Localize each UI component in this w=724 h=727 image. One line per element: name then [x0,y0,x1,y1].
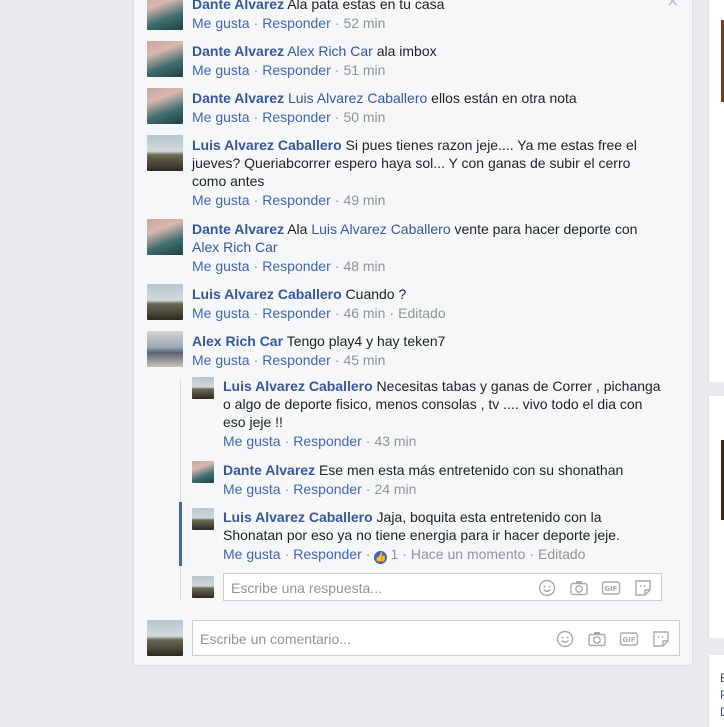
reply: Luis Alvarez Caballero Necesitas tabas y… [223,378,661,449]
avatar[interactable] [147,88,183,124]
comment-mention[interactable]: Alex Rich Car [192,239,278,255]
comment: Dante Alvarez Ala pata estas en tu casa … [192,0,662,32]
comment-text: Cuando ? [345,286,407,302]
reply-link[interactable]: Responder [293,481,362,497]
gif-icon[interactable]: GIF [601,579,621,597]
avatar[interactable] [147,331,183,367]
avatar[interactable] [147,135,183,171]
comment-time[interactable]: 50 min [343,109,385,125]
like-link[interactable]: Me gusta [223,433,281,449]
camera-icon[interactable] [569,579,589,597]
comment-mention[interactable]: Alex Rich Car [287,43,373,59]
reply-link[interactable]: Responder [262,15,331,31]
reply-thread-line [180,378,181,600]
reply: Luis Alvarez Caballero Jaja, boquita est… [223,509,620,564]
comment-time[interactable]: 51 min [343,62,385,78]
comment-time[interactable]: 45 min [343,352,385,368]
comment: Dante Alvarez Luis Alvarez Caballero ell… [192,90,577,125]
comment-input-placeholder: Escribe un comentario... [200,631,351,647]
edited-label[interactable]: Editado [538,546,585,562]
gif-icon[interactable]: GIF [619,630,639,648]
highlight-bar [179,502,182,566]
comment-text: Ala pata estas en tu casa [287,0,445,12]
like-link[interactable]: Me gusta [192,258,250,274]
like-link[interactable]: Me gusta [223,546,281,562]
reply-link[interactable]: Responder [262,192,331,208]
close-icon[interactable]: ✕ [666,0,679,12]
comment-author[interactable]: Dante Alvarez [192,0,284,12]
camera-icon[interactable] [587,630,607,648]
avatar[interactable] [147,41,183,77]
reply-text: Ese men esta más entretenido con su shon… [318,462,624,478]
comment: Alex Rich Car Tengo play4 y hay teken7 M… [192,333,446,368]
reply-time[interactable]: 24 min [374,481,416,497]
comment-text: Tengo play4 y hay teken7 [286,333,446,349]
like-link[interactable]: Me gusta [192,305,250,321]
comment-time[interactable]: 49 min [343,192,385,208]
reply: Dante Alvarez Ese men esta más entreteni… [223,462,624,497]
comment-time[interactable]: 52 min [343,15,385,31]
comment-text: ala imbox [376,43,437,59]
avatar[interactable] [147,284,183,320]
emoji-icon[interactable] [537,579,557,597]
like-link[interactable]: Me gusta [192,192,250,208]
avatar[interactable] [192,461,214,483]
edited-label[interactable]: Editado [398,305,445,321]
avatar[interactable] [147,0,183,30]
comment-author[interactable]: Dante Alvarez [192,221,284,237]
comment: Luis Alvarez Caballero Si pues tienes ra… [192,137,637,208]
like-link[interactable]: Me gusta [192,352,250,368]
comment-mention[interactable]: Luis Alvarez Caballero [288,90,427,106]
comment-author[interactable]: Dante Alvarez [192,43,284,59]
sticker-icon[interactable] [651,630,671,648]
avatar[interactable] [147,219,183,255]
emoji-icon[interactable] [555,630,575,648]
comment: Dante Alvarez Ala Luis Alvarez Caballero… [192,221,638,274]
comment-author[interactable]: Luis Alvarez Caballero [192,286,342,302]
comment-author[interactable]: Alex Rich Car [192,333,283,349]
side-text: E [720,671,724,685]
svg-text:GIF: GIF [622,636,635,644]
reply-link[interactable]: Responder [262,305,331,321]
comment-text: vente para hacer deporte con [454,221,638,237]
comment: Dante Alvarez Alex Rich Car ala imbox Me… [192,43,437,78]
reply-input-placeholder: Escribe una respuesta... [231,580,382,596]
avatar [147,620,183,656]
reply-author[interactable]: Luis Alvarez Caballero [223,509,373,525]
avatar[interactable] [192,377,214,399]
like-link[interactable]: Me gusta [192,62,250,78]
reply-input[interactable]: Escribe una respuesta... GIF [223,573,662,601]
like-count[interactable]: 1 [390,546,398,562]
like-link[interactable]: Me gusta [223,481,281,497]
comment-text: ellos están en otra nota [431,90,577,106]
like-icon[interactable]: 👍 [374,551,388,564]
comment-text: Ala [287,221,308,237]
reply-link[interactable]: Responder [293,546,362,562]
like-link[interactable]: Me gusta [192,15,250,31]
reply-link[interactable]: Responder [262,109,331,125]
reply-link[interactable]: Responder [262,62,331,78]
like-link[interactable]: Me gusta [192,109,250,125]
comment-author[interactable]: Luis Alvarez Caballero [192,137,342,153]
comment: Luis Alvarez Caballero Cuando ? Me gusta… [192,286,446,321]
comment-mention[interactable]: Luis Alvarez Caballero [311,221,450,237]
sticker-icon[interactable] [633,579,653,597]
comment-time[interactable]: 46 min [343,305,385,321]
comment-input[interactable]: Escribe un comentario... GIF [192,620,680,656]
reply-author[interactable]: Dante Alvarez [223,462,315,478]
comment-author[interactable]: Dante Alvarez [192,90,284,106]
avatar[interactable] [192,508,214,530]
reply-link[interactable]: Responder [262,258,331,274]
reply-time[interactable]: Hace un momento [411,546,525,562]
reply-time[interactable]: 43 min [374,433,416,449]
reply-link[interactable]: Responder [262,352,331,368]
comment-time[interactable]: 48 min [343,258,385,274]
reply-link[interactable]: Responder [293,433,362,449]
side-link[interactable]: D [720,705,724,719]
reply-author[interactable]: Luis Alvarez Caballero [223,378,373,394]
avatar [192,576,214,598]
side-link[interactable]: F [720,688,724,702]
svg-text:GIF: GIF [604,585,617,593]
